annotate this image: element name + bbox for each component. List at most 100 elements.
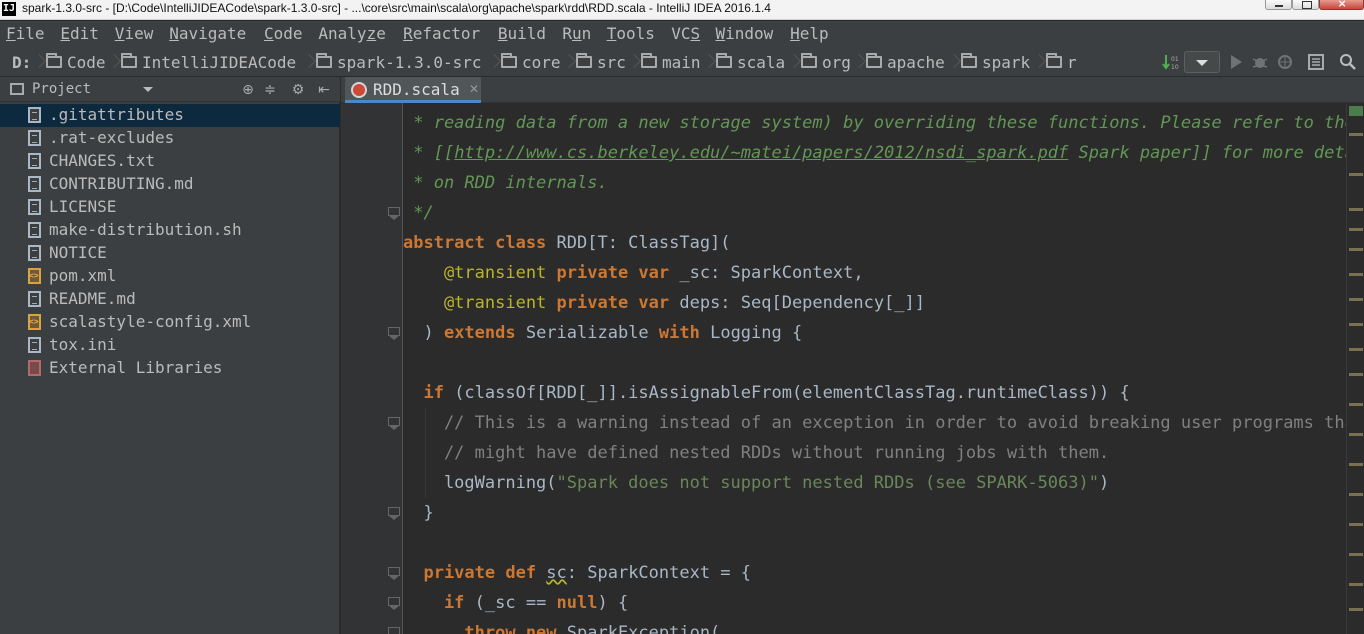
project-tree-item[interactable]: README.md: [0, 288, 340, 311]
menu-view[interactable]: View: [115, 24, 154, 43]
warning-marker[interactable]: [1349, 323, 1363, 326]
project-tree-item[interactable]: NOTICE: [0, 242, 340, 265]
warning-marker[interactable]: [1349, 133, 1363, 136]
breadcrumb-label: org: [822, 52, 851, 72]
menu-refactor[interactable]: Refactor: [403, 24, 480, 43]
run-icon[interactable]: [1227, 53, 1245, 71]
folder-icon: [316, 53, 332, 68]
warning-marker[interactable]: [1349, 463, 1363, 466]
breadcrumb-item[interactable]: org: [801, 52, 851, 72]
code-token: ): [1098, 473, 1110, 493]
project-tree-item[interactable]: LICENSE: [0, 196, 340, 219]
editor-tab-rdd-scala[interactable]: RDD.scala ✕: [345, 77, 481, 103]
close-window-button[interactable]: [1319, 0, 1364, 10]
warning-marker[interactable]: [1349, 208, 1363, 211]
chevron-down-icon[interactable]: [143, 87, 153, 92]
warning-marker[interactable]: [1349, 273, 1363, 276]
text-file-icon: [28, 130, 41, 146]
menu-code[interactable]: Code: [264, 24, 303, 43]
menu-analyze[interactable]: Analyze: [318, 24, 385, 43]
tree-item-label: .gitattributes: [49, 105, 184, 124]
project-tree-item[interactable]: scalastyle-config.xml: [0, 311, 340, 334]
fold-icon[interactable]: [387, 597, 400, 610]
breadcrumb-item[interactable]: spark: [961, 52, 1030, 72]
menu-tools[interactable]: Tools: [607, 24, 655, 43]
project-tree-item[interactable]: pom.xml: [0, 265, 340, 288]
warning-marker[interactable]: [1349, 348, 1363, 351]
collapse-icon[interactable]: ≑: [262, 82, 278, 98]
warning-marker[interactable]: [1349, 493, 1363, 496]
close-tab-icon[interactable]: ✕: [469, 82, 479, 96]
folder-icon: [961, 53, 977, 68]
minimize-button[interactable]: [1265, 0, 1292, 10]
locate-icon[interactable]: ⊕: [240, 82, 256, 98]
project-structure-icon[interactable]: [1307, 53, 1325, 71]
warning-marker[interactable]: [1349, 228, 1363, 231]
code-line: if (_sc == null) {: [403, 588, 628, 618]
menu-window[interactable]: Window: [716, 24, 774, 43]
project-tree-item[interactable]: External Libraries: [0, 357, 340, 380]
fold-icon[interactable]: [387, 507, 400, 520]
project-tree-item[interactable]: .gitattributes: [0, 104, 340, 127]
gear-icon[interactable]: ⚙: [290, 82, 306, 98]
breadcrumb-item[interactable]: scala: [716, 52, 785, 72]
breadcrumb-item[interactable]: src: [576, 52, 626, 72]
breadcrumb-item[interactable]: Code: [46, 52, 106, 72]
warning-marker[interactable]: [1349, 403, 1363, 406]
project-tree-item[interactable]: CONTRIBUTING.md: [0, 173, 340, 196]
warning-marker[interactable]: [1349, 248, 1363, 251]
code-token: private var: [556, 293, 680, 313]
menu-run[interactable]: Run: [562, 24, 591, 43]
warning-marker[interactable]: [1349, 173, 1363, 176]
project-tree-item[interactable]: .rat-excludes: [0, 127, 340, 150]
fold-icon[interactable]: [387, 327, 400, 340]
menu-build[interactable]: Build: [498, 24, 546, 43]
breadcrumb-item[interactable]: IntelliJIDEACode: [121, 52, 296, 72]
inspection-status-icon[interactable]: [1349, 106, 1363, 116]
breadcrumb-item[interactable]: apache: [866, 52, 945, 72]
warning-marker[interactable]: [1349, 523, 1363, 526]
fold-icon[interactable]: [387, 627, 400, 634]
error-stripe[interactable]: [1346, 103, 1364, 634]
project-tree-item[interactable]: make-distribution.sh: [0, 219, 340, 242]
warning-marker[interactable]: [1349, 553, 1363, 556]
run-config-dropdown[interactable]: [1184, 51, 1220, 73]
project-tree-item[interactable]: tox.ini: [0, 334, 340, 357]
fold-icon[interactable]: [387, 417, 400, 430]
folder-icon: [46, 53, 62, 68]
project-icon: [10, 83, 24, 95]
debug-icon[interactable]: [1251, 53, 1269, 71]
menu-file[interactable]: File: [6, 24, 45, 43]
sort-icon[interactable]: 0110: [1162, 53, 1180, 71]
menu-bar: File Edit View Navigate Code Analyze Refactor B…: [0, 21, 1364, 47]
fold-icon[interactable]: [387, 207, 400, 220]
project-view-selector[interactable]: Project: [32, 81, 91, 97]
warning-marker[interactable]: [1349, 583, 1363, 586]
warning-marker[interactable]: [1349, 298, 1363, 301]
coverage-icon[interactable]: [1276, 53, 1294, 71]
breadcrumb-label: Code: [67, 52, 106, 72]
breadcrumb-item[interactable]: core: [501, 52, 561, 72]
fold-icon[interactable]: [387, 567, 400, 580]
breadcrumb-item[interactable]: main: [641, 52, 701, 72]
menu-navigate[interactable]: Navigate: [169, 24, 246, 43]
menu-edit[interactable]: Edit: [60, 24, 99, 43]
code-editor[interactable]: * reading data from a new storage system…: [341, 103, 1346, 634]
menu-vcs[interactable]: VCS: [671, 24, 700, 43]
warning-marker[interactable]: [1349, 373, 1363, 376]
warning-marker[interactable]: [1349, 433, 1363, 436]
breadcrumb-item[interactable]: r: [1046, 52, 1077, 72]
menu-help[interactable]: Help: [790, 24, 829, 43]
maximize-button[interactable]: [1292, 0, 1319, 10]
code-line: // might have defined nested RDDs withou…: [403, 438, 1109, 468]
code-token: sc: [546, 563, 567, 583]
hide-icon[interactable]: ⇤: [316, 82, 332, 98]
breadcrumb-item[interactable]: D:: [12, 52, 31, 72]
warning-marker[interactable]: [1349, 608, 1363, 611]
indent-guide: [425, 408, 426, 498]
project-tree-item[interactable]: CHANGES.txt: [0, 150, 340, 173]
search-icon[interactable]: [1339, 53, 1357, 71]
code-token: (_sc ==: [474, 593, 557, 613]
breadcrumb-item[interactable]: spark-1.3.0-src: [316, 52, 482, 72]
editor-gutter: [341, 103, 403, 634]
